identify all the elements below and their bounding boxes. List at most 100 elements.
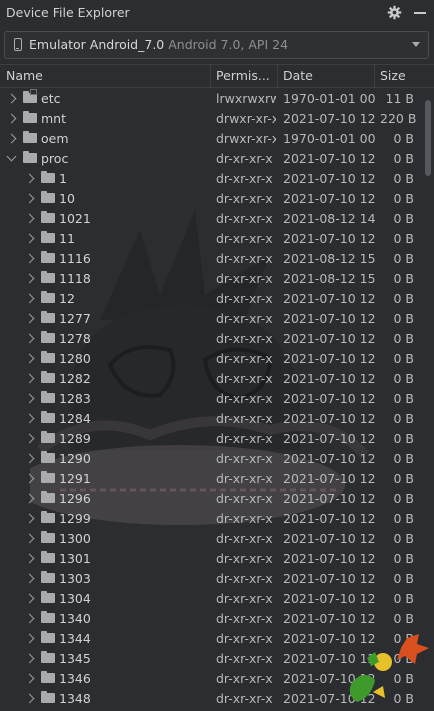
expand-chevron-icon[interactable] — [24, 573, 35, 584]
folder-icon — [41, 291, 55, 303]
table-row[interactable]: 1118 dr-xr-xr-x 2021-08-12 15:00 0 B — [0, 269, 420, 289]
expand-chevron-icon[interactable] — [24, 273, 35, 284]
file-size: 0 B — [393, 211, 414, 226]
table-row[interactable]: 1344 dr-xr-xr-x 2021-07-10 12:00 0 B — [0, 629, 420, 649]
folder-icon — [41, 491, 55, 503]
gear-icon[interactable] — [387, 5, 402, 20]
vertical-scrollbar[interactable] — [424, 92, 432, 707]
expand-chevron-icon[interactable] — [24, 373, 35, 384]
file-name: 1 — [59, 171, 67, 186]
file-permissions: dr-xr-xr-x — [216, 691, 273, 706]
file-size: 0 B — [393, 351, 414, 366]
table-row[interactable]: 1278 dr-xr-xr-x 2021-07-10 12:00 0 B — [0, 329, 420, 349]
expand-chevron-icon[interactable] — [24, 393, 35, 404]
expand-chevron-icon[interactable] — [24, 173, 35, 184]
table-row[interactable]: 1277 dr-xr-xr-x 2021-07-10 12:00 0 B — [0, 309, 420, 329]
file-date: 2021-07-10 12:00 — [283, 551, 375, 566]
table-row[interactable]: 1116 dr-xr-xr-x 2021-08-12 15:00 0 B — [0, 249, 420, 269]
expand-chevron-icon[interactable] — [24, 653, 35, 664]
table-row[interactable]: 1280 dr-xr-xr-x 2021-07-10 12:00 0 B — [0, 349, 420, 369]
table-row[interactable]: 1289 dr-xr-xr-x 2021-07-10 12:00 0 B — [0, 429, 420, 449]
expand-chevron-icon[interactable] — [24, 453, 35, 464]
folder-icon — [41, 451, 55, 463]
expand-chevron-icon[interactable] — [24, 253, 35, 264]
expand-chevron-icon[interactable] — [24, 433, 35, 444]
table-row[interactable]: 1296 dr-xr-xr-x 2021-07-10 12:00 0 B — [0, 489, 420, 509]
table-row[interactable]: 1299 dr-xr-xr-x 2021-07-10 12:00 0 B — [0, 509, 420, 529]
table-row[interactable]: 1290 dr-xr-xr-x 2021-07-10 12:00 0 B — [0, 449, 420, 469]
expand-chevron-icon[interactable] — [24, 473, 35, 484]
folder-icon — [41, 331, 55, 343]
file-permissions: drwxr-xr-x — [216, 131, 276, 146]
expand-chevron-icon[interactable] — [24, 413, 35, 424]
expand-chevron-icon[interactable] — [24, 353, 35, 364]
table-row[interactable]: 1282 dr-xr-xr-x 2021-07-10 12:00 0 B — [0, 369, 420, 389]
file-permissions: dr-xr-xr-x — [216, 491, 273, 506]
table-row[interactable]: 1345 dr-xr-xr-x 2021-07-10 12:00 0 B — [0, 649, 420, 669]
table-header: Name Permis... Date Size — [0, 64, 434, 88]
table-row[interactable]: 12 dr-xr-xr-x 2021-07-10 12:00 0 B — [0, 289, 420, 309]
table-row[interactable]: 1304 dr-xr-xr-x 2021-07-10 12:00 0 B — [0, 589, 420, 609]
expand-chevron-icon[interactable] — [24, 213, 35, 224]
expand-chevron-icon[interactable] — [24, 293, 35, 304]
file-size: 220 B — [380, 111, 417, 126]
file-name: 1340 — [59, 611, 91, 626]
column-header-date[interactable]: Date — [283, 68, 313, 83]
file-size: 0 B — [393, 431, 414, 446]
table-row[interactable]: 1346 dr-xr-xr-x 2021-07-10 12:00 0 B — [0, 669, 420, 689]
expand-chevron-icon[interactable] — [6, 113, 17, 124]
expand-chevron-icon[interactable] — [6, 133, 17, 144]
folder-icon — [41, 371, 55, 383]
minimize-icon[interactable] — [414, 12, 426, 14]
table-row[interactable]: 1291 dr-xr-xr-x 2021-07-10 12:00 0 B — [0, 469, 420, 489]
expand-chevron-icon[interactable] — [24, 553, 35, 564]
table-row[interactable]: mnt drwxr-xr-x 2021-07-10 12:00 220 B — [0, 109, 420, 129]
file-name: 1348 — [59, 691, 91, 706]
table-row[interactable]: proc dr-xr-xr-x 2021-07-10 12:00 0 B — [0, 149, 420, 169]
table-row[interactable]: 1300 dr-xr-xr-x 2021-07-10 12:00 0 B — [0, 529, 420, 549]
expand-chevron-icon[interactable] — [24, 333, 35, 344]
table-row[interactable]: 1 dr-xr-xr-x 2021-07-10 12:00 0 B — [0, 169, 420, 189]
expand-chevron-icon[interactable] — [24, 193, 35, 204]
expand-open-chevron-icon[interactable] — [6, 151, 17, 162]
file-name: 1344 — [59, 631, 91, 646]
device-dropdown[interactable]: Emulator Android_7.0 Android 7.0, API 24 — [4, 31, 429, 59]
table-row[interactable]: 1284 dr-xr-xr-x 2021-07-10 12:00 0 B — [0, 409, 420, 429]
file-permissions: drwxr-xr-x — [216, 111, 276, 126]
folder-icon — [41, 471, 55, 483]
table-row[interactable]: oem drwxr-xr-x 1970-01-01 00:00 0 B — [0, 129, 420, 149]
table-row[interactable]: etc lrwxrwxrwx 1970-01-01 00:00 11 B — [0, 89, 420, 109]
expand-chevron-icon[interactable] — [6, 93, 17, 104]
table-row[interactable]: 11 dr-xr-xr-x 2021-07-10 12:00 0 B — [0, 229, 420, 249]
table-row[interactable]: 1301 dr-xr-xr-x 2021-07-10 12:00 0 B — [0, 549, 420, 569]
file-size: 0 B — [393, 371, 414, 386]
table-row[interactable]: 1340 dr-xr-xr-x 2021-07-10 12:00 0 B — [0, 609, 420, 629]
expand-chevron-icon[interactable] — [24, 593, 35, 604]
table-row[interactable]: 1348 dr-xr-xr-x 2021-07-10 12:00 0 B — [0, 689, 420, 709]
expand-chevron-icon[interactable] — [24, 493, 35, 504]
file-permissions: dr-xr-xr-x — [216, 571, 273, 586]
file-date: 1970-01-01 00:00 — [283, 91, 375, 106]
file-name: 1346 — [59, 671, 91, 686]
file-name: 10 — [59, 191, 75, 206]
file-date: 2021-07-10 12:00 — [283, 371, 375, 386]
column-header-permissions[interactable]: Permis... — [216, 68, 270, 83]
expand-chevron-icon[interactable] — [24, 313, 35, 324]
expand-chevron-icon[interactable] — [24, 633, 35, 644]
column-header-name[interactable]: Name — [6, 68, 43, 83]
column-header-size[interactable]: Size — [380, 68, 406, 83]
file-size: 0 B — [393, 531, 414, 546]
table-row[interactable]: 1021 dr-xr-xr-x 2021-08-12 14:00 0 B — [0, 209, 420, 229]
table-row[interactable]: 1283 dr-xr-xr-x 2021-07-10 12:00 0 B — [0, 389, 420, 409]
table-row[interactable]: 10 dr-xr-xr-x 2021-07-10 12:00 0 B — [0, 189, 420, 209]
expand-chevron-icon[interactable] — [24, 693, 35, 704]
expand-chevron-icon[interactable] — [24, 673, 35, 684]
expand-chevron-icon[interactable] — [24, 613, 35, 624]
file-size: 0 B — [393, 291, 414, 306]
scrollbar-thumb[interactable] — [425, 100, 431, 176]
file-name: 1299 — [59, 511, 91, 526]
expand-chevron-icon[interactable] — [24, 233, 35, 244]
expand-chevron-icon[interactable] — [24, 533, 35, 544]
expand-chevron-icon[interactable] — [24, 513, 35, 524]
table-row[interactable]: 1303 dr-xr-xr-x 2021-07-10 12:00 0 B — [0, 569, 420, 589]
